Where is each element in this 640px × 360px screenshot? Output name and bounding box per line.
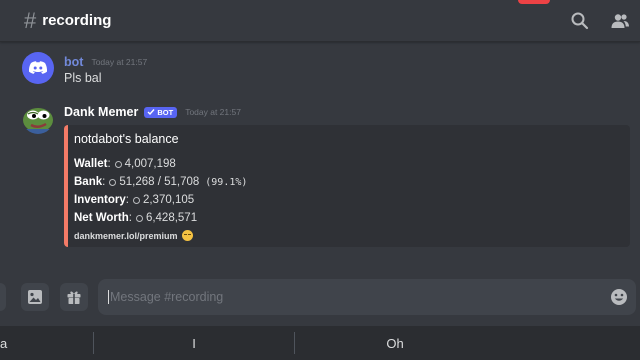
keyboard-suggestion-bar: a I Oh: [0, 326, 640, 360]
embed-title: notdabot's balance: [74, 132, 179, 146]
field-value: 4,007,198: [124, 158, 176, 170]
field-label: Bank: [74, 176, 103, 188]
apps-button[interactable]: [0, 283, 6, 311]
suggestion-label: a: [0, 335, 8, 351]
pepe-avatar-icon: [22, 108, 54, 134]
timestamp: Today at 21:57: [91, 57, 148, 67]
embed-field-net-worth: Net Worth:6,428,571: [74, 212, 198, 224]
field-label: Wallet: [74, 158, 108, 170]
channel-hash-icon: #: [24, 7, 37, 33]
avatar[interactable]: [22, 52, 54, 84]
coin-icon: [114, 160, 122, 168]
balance-embed: notdabot's balance Wallet:4,007,198 Bank…: [64, 125, 630, 247]
coin-icon: [132, 196, 140, 204]
suggestion-item[interactable]: a: [0, 326, 93, 360]
discord-app: # recording bot Today at 21:57 Pls bal D…: [0, 0, 640, 360]
field-value: 51,268 / 51,708: [119, 176, 200, 188]
embed-field-inventory: Inventory:2,370,105: [74, 194, 195, 206]
suggestion-item[interactable]: I: [94, 326, 294, 360]
members-icon[interactable]: [610, 11, 630, 31]
timestamp: Today at 21:57: [185, 107, 241, 117]
suggestion-label: I: [192, 335, 196, 351]
discord-logo-icon: [28, 61, 48, 74]
message-input[interactable]: [108, 290, 588, 304]
embed-footer: dankmemer.lol/premium: [74, 230, 630, 241]
coin-icon: [109, 178, 117, 186]
message-text: Pls bal: [64, 71, 102, 85]
field-label: Net Worth: [74, 212, 129, 224]
channel-header: # recording: [0, 0, 640, 42]
check-icon: [147, 109, 155, 116]
footer-link[interactable]: dankmemer.lol/premium: [74, 231, 178, 241]
gift-icon[interactable]: [60, 283, 88, 311]
image-icon[interactable]: [21, 283, 49, 311]
relieved-face-icon: [181, 230, 193, 241]
field-label: Inventory: [74, 194, 126, 206]
embed-field-bank: Bank:51,268 / 51,708 (99.1%): [74, 176, 248, 188]
avatar[interactable]: [22, 102, 54, 134]
message-list: bot Today at 21:57 Pls bal Dank Memer BO…: [0, 42, 640, 270]
field-value: 2,370,105: [142, 194, 195, 206]
suggestion-label: Oh: [386, 335, 404, 351]
notification-indicator: [518, 0, 550, 4]
field-value: 6,428,571: [145, 212, 198, 224]
bot-tag: BOT: [144, 106, 178, 118]
channel-title: recording: [42, 12, 112, 29]
field-extra: (99.1%): [205, 176, 248, 188]
author-name[interactable]: Dank Memer: [64, 105, 138, 119]
message-composer[interactable]: [98, 279, 636, 315]
coin-icon: [135, 214, 143, 222]
emoji-icon[interactable]: [610, 288, 628, 306]
author-name[interactable]: bot: [64, 55, 83, 69]
suggestion-item[interactable]: Oh: [295, 326, 495, 360]
bot-tag-label: BOT: [157, 107, 174, 117]
embed-field-wallet: Wallet:4,007,198: [74, 158, 176, 170]
search-icon[interactable]: [570, 11, 590, 31]
